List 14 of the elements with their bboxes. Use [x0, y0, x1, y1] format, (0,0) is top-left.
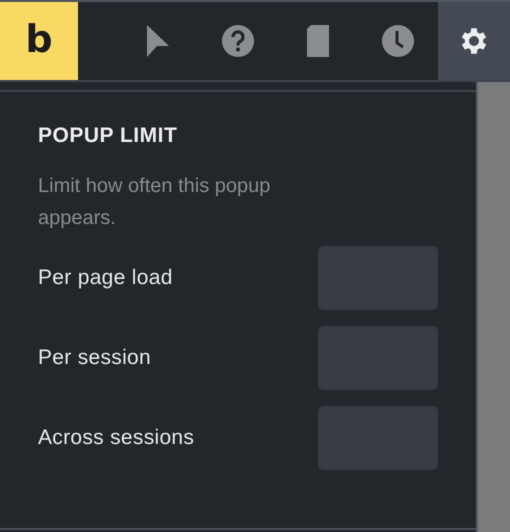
clock-icon: [381, 24, 415, 58]
input-field[interactable]: [318, 246, 438, 310]
section-description: Limit how often this popup appears.: [38, 174, 272, 231]
settings-tab[interactable]: [438, 2, 510, 80]
document-icon: [305, 24, 331, 58]
help-icon: [221, 24, 255, 58]
field-label: Across sessions: [38, 426, 194, 450]
logo: b: [0, 2, 78, 80]
field-label: Per session: [38, 346, 152, 370]
input-field[interactable]: [318, 326, 438, 390]
section-title: POPUP LIMIT: [38, 124, 178, 148]
pointer-icon: [145, 24, 171, 58]
field-label: Per page load: [38, 266, 173, 290]
input-field[interactable]: [318, 406, 438, 470]
